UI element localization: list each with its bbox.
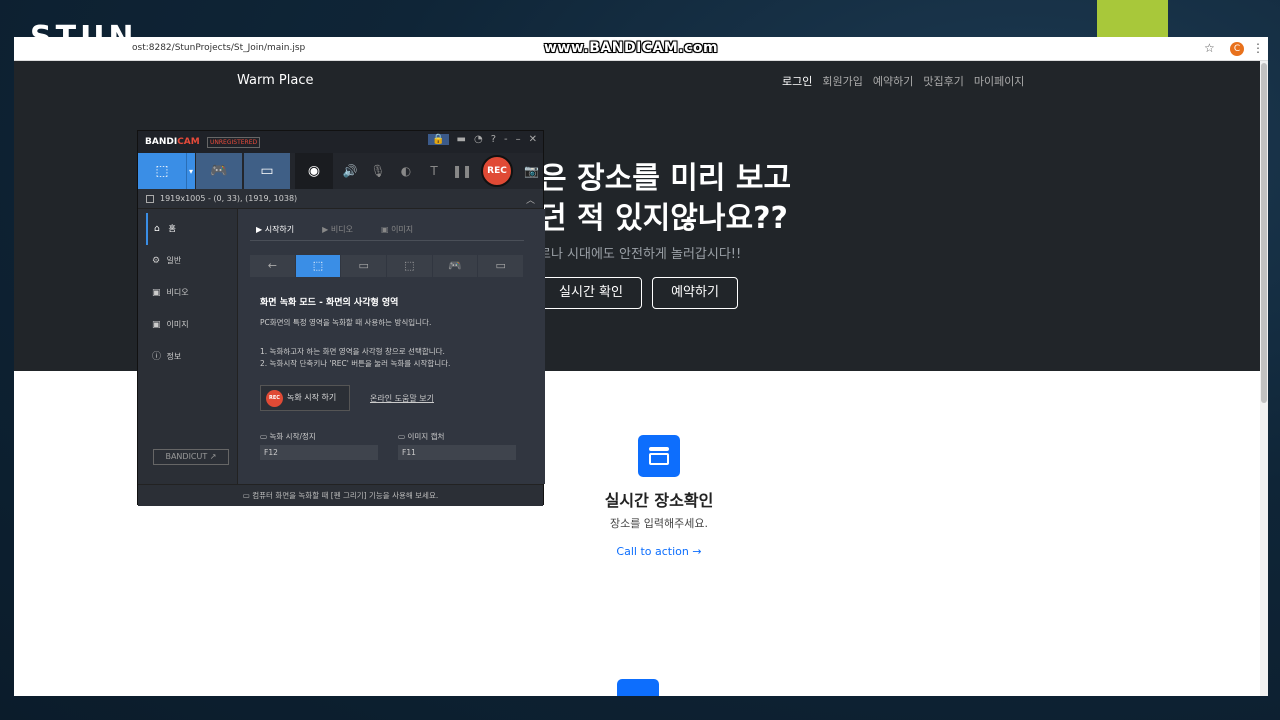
home-icon: ⌂ (154, 224, 160, 234)
tab-image[interactable]: ▣ 이미지 (381, 219, 413, 240)
feature-title: 실시간 장소확인 (604, 491, 714, 510)
more-menu-icon[interactable]: ⋮ (1252, 41, 1264, 55)
mode-selector: ← ⬚ ▭ ⬚ 🎮 ▭ (250, 255, 525, 277)
mode-description: PC화면의 특정 영역을 녹화할 때 사용하는 방식입니다. (260, 318, 432, 327)
minimize-icon[interactable]: – (516, 134, 521, 145)
star-icon[interactable]: ☆ (1204, 41, 1215, 55)
folder-icon[interactable]: ▬ (457, 134, 466, 145)
tab-getting-started[interactable]: ▶ 시작하기 (256, 219, 294, 240)
start-recording-button[interactable]: REC 녹화 시작 하기 (260, 385, 350, 411)
mode-title: 화면 녹화 모드 - 화면의 사각형 영역 (260, 298, 399, 308)
info-icon: ⓘ (152, 352, 162, 362)
sidebar-item-home[interactable]: ⌂ 홈 (146, 213, 238, 245)
accent-block (1097, 0, 1168, 37)
call-to-action-link[interactable]: Call to action → (616, 545, 701, 558)
chevron-down-icon[interactable]: ▾ (186, 153, 195, 189)
bandicam-sidebar: ⌂ 홈 ⚙ 일반 ▣ 비디오 ▣ 이미지 ⓘ 정보 BANDICUT ↗ (138, 209, 238, 506)
hotkey-record-field[interactable]: F12 (260, 445, 378, 460)
instruction-step-2: 2. 녹화시작 단축키나 'REC' 버튼을 눌러 녹화를 시작합니다. (260, 359, 451, 368)
rec-icon: REC (266, 390, 283, 407)
layers-icon (638, 435, 680, 477)
instruction-step-1: 1. 녹화하고자 하는 화면 영역을 사각형 창으로 선택합니다. (260, 347, 445, 356)
nav-reviews[interactable]: 맛집후기 (923, 73, 963, 89)
region-status: 1919x1005 - (0, 33), (1919, 1038) ︿ (138, 189, 543, 209)
sidebar-item-image[interactable]: ▣ 이미지 (146, 309, 238, 341)
nav-login[interactable]: 로그인 (782, 73, 812, 89)
site-brand[interactable]: Warm Place (237, 73, 313, 88)
webcam-icon[interactable]: ◉ (295, 153, 333, 189)
bandicam-tip: ▭ 컴퓨터 화면을 녹화할 때 [펜 그리기] 기능을 사용해 보세요. (138, 484, 543, 506)
bandicam-logo: BANDICAM (145, 137, 200, 147)
hotkey-image-label: ▭ 이미지 캡처 (398, 432, 445, 441)
avatar[interactable]: C (1230, 42, 1244, 56)
region-text: 1919x1005 - (0, 33), (1919, 1038) (160, 194, 298, 203)
bandicam-toolbar: ⬚ ▾ 🎮 ▭ ◉ 🔊 🎙 ◐ T ❚❚ REC 📷 (138, 153, 543, 189)
device-mode-icon[interactable]: ▭ (244, 153, 290, 189)
bandicam-watermark: www.BANDICAM.com (544, 40, 719, 56)
nav-mypage[interactable]: 마이페이지 (974, 73, 1025, 89)
image-icon: ▣ (152, 320, 161, 330)
hero-subtitle: 르나 시대에도 안전하게 놀러갑시다!! (539, 247, 742, 262)
reserve-button[interactable]: 예약하기 (652, 277, 738, 309)
sidebar-item-info[interactable]: ⓘ 정보 (146, 341, 238, 373)
video-icon: ▣ (152, 288, 161, 298)
region-checkbox[interactable] (146, 195, 154, 203)
sidebar-item-general[interactable]: ⚙ 일반 (146, 245, 238, 277)
feature-description: 장소를 입력해주세요. (609, 517, 709, 530)
nav-reserve[interactable]: 예약하기 (873, 73, 913, 89)
hotkey-record-label: ▭ 녹화 시작/정지 (260, 432, 316, 441)
url-text[interactable]: ost:8282/StunProjects/St_Join/main.jsp (132, 43, 305, 53)
close-icon[interactable]: ✕ (529, 134, 537, 145)
hotkey-image-field[interactable]: F11 (398, 445, 516, 460)
site-nav: 로그인 회원가입 예약하기 맛집후기 마이페이지 (782, 73, 1024, 89)
bandicam-window: BANDICAM UNREGISTERED 🔒 ▬ ◔ ? - – ✕ ⬚ ▾ … (137, 130, 545, 506)
feature-icon-partial (617, 679, 659, 696)
rectangle-mode-icon[interactable]: ⬚ (295, 255, 342, 277)
microphone-icon[interactable]: 🎙 (364, 153, 392, 189)
unregistered-badge: UNREGISTERED (207, 137, 261, 148)
speaker-icon[interactable]: 🔊 (336, 153, 364, 189)
rec-button[interactable]: REC (481, 155, 513, 187)
fullscreen-mode-icon[interactable]: ▭ (341, 255, 388, 277)
bandicam-tabs: ▶ 시작하기 ▶ 비디오 ▣ 이미지 (250, 219, 524, 241)
mouse-effect-icon[interactable]: ◐ (392, 153, 420, 189)
tab-video[interactable]: ▶ 비디오 (322, 219, 353, 240)
help-icon[interactable]: ? (491, 134, 496, 145)
camera-icon[interactable]: 📷 (524, 164, 539, 178)
bandicam-titlebar[interactable]: BANDICAM UNREGISTERED 🔒 ▬ ◔ ? - – ✕ (138, 131, 543, 153)
chevron-up-icon[interactable]: ︿ (526, 191, 535, 211)
scroll-thumb[interactable] (1261, 63, 1267, 403)
back-arrow-icon[interactable]: ← (250, 255, 296, 277)
around-mouse-mode-icon[interactable]: ⬚ (387, 255, 433, 277)
online-help-link[interactable]: 온라인 도움말 보기 (370, 393, 434, 404)
pause-icon[interactable]: ❚❚ (448, 153, 476, 189)
game-mode-icon[interactable]: 🎮 (196, 153, 242, 189)
hero-title: 은 장소를 미리 보고 던 적 있지않나요?? (539, 161, 792, 236)
bandicam-main-panel: ▶ 시작하기 ▶ 비디오 ▣ 이미지 ← ⬚ ▭ ⬚ 🎮 ▭ 화면 녹화 모드 … (238, 209, 545, 484)
nav-signup[interactable]: 회원가입 (822, 73, 862, 89)
feature-card: 실시간 장소확인 장소를 입력해주세요. Call to action → (534, 435, 784, 559)
sidebar-item-video[interactable]: ▣ 비디오 (146, 277, 238, 309)
device-mode-icon[interactable]: ▭ (478, 255, 525, 277)
clock-icon[interactable]: ◔ (474, 134, 483, 145)
bandicut-button[interactable]: BANDICUT ↗ (153, 449, 229, 465)
text-icon[interactable]: T (420, 153, 448, 189)
game-mode-icon[interactable]: 🎮 (433, 255, 479, 277)
rectangle-mode-icon[interactable]: ⬚ (138, 153, 186, 189)
address-bar[interactable]: ost:8282/StunProjects/St_Join/main.jsp w… (14, 37, 1268, 61)
pin-icon[interactable]: - (504, 134, 508, 145)
lock-icon[interactable]: 🔒 (428, 134, 449, 145)
realtime-check-button[interactable]: 실시간 확인 (540, 277, 642, 309)
gear-icon: ⚙ (152, 256, 161, 266)
